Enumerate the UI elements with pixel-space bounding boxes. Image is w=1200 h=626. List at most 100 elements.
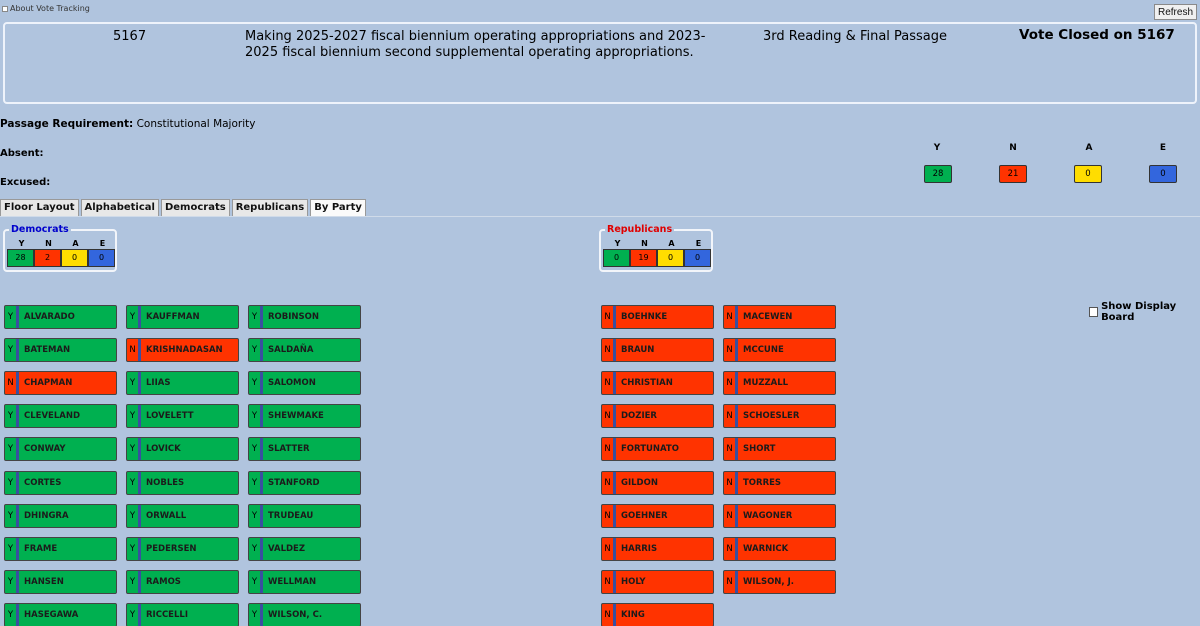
tab-republicans[interactable]: Republicans [231,199,309,216]
member-vote-button[interactable]: N SHORT [723,437,836,461]
member-vote-button[interactable]: Y WILSON, C. [248,603,361,626]
member-vote-button[interactable]: N WAGONER [723,504,836,528]
member-vote-button[interactable]: Y STANFORD [248,471,361,495]
total-nay-count: 21 [999,165,1027,183]
member-vote-indicator: Y [249,306,263,328]
member-name: RAMOS [146,577,181,587]
member-vote-button[interactable]: N CHAPMAN [4,371,117,395]
member-name: BOEHNKE [621,312,668,322]
member-vote-button[interactable]: Y CONWAY [4,437,117,461]
member-vote-indicator: Y [127,571,141,593]
member-vote-indicator: N [602,505,616,527]
member-vote-button[interactable]: N WARNICK [723,537,836,561]
member-vote-indicator: Y [5,505,19,527]
member-vote-button[interactable]: N HOLY [601,570,714,594]
tab-democrats[interactable]: Democrats [160,199,230,216]
about-vote-tracking[interactable]: About Vote Tracking [2,4,90,13]
member-vote-button[interactable]: N DOZIER [601,404,714,428]
member-name: CHRISTIAN [621,378,673,388]
member-vote-button[interactable]: Y LOVICK [126,437,239,461]
republicans-nay-count: 19 [630,249,657,267]
member-vote-indicator: N [602,306,616,328]
member-vote-indicator: Y [5,571,19,593]
member-vote-button[interactable]: Y KAUFFMAN [126,305,239,329]
member-vote-indicator: Y [127,438,141,460]
member-vote-button[interactable]: Y ALVARADO [4,305,117,329]
refresh-button[interactable]: Refresh [1153,4,1197,20]
member-vote-button[interactable]: Y CLEVELAND [4,404,117,428]
member-name: FORTUNATO [621,444,679,454]
member-vote-button[interactable]: Y FRAME [4,537,117,561]
show-display-board-toggle[interactable]: Show Display Board [1089,301,1200,323]
member-vote-button[interactable]: Y ORWALL [126,504,239,528]
member-vote-button[interactable]: Y SHEWMAKE [248,404,361,428]
member-vote-button[interactable]: N SCHOESLER [723,404,836,428]
member-vote-button[interactable]: N TORRES [723,471,836,495]
member-name: SLATTER [268,444,310,454]
tab-by-party[interactable]: By Party [310,199,366,217]
total-nay-label: N [1009,143,1017,153]
member-vote-button[interactable]: Y HASEGAWA [4,603,117,626]
member-vote-button[interactable]: Y RAMOS [126,570,239,594]
democrats-counts: 28 2 0 0 [7,249,115,267]
democrats-head-e: E [99,239,106,248]
member-vote-indicator: N [602,438,616,460]
member-name: LOVICK [146,444,181,454]
member-vote-button[interactable]: Y TRUDEAU [248,504,361,528]
member-name: SHEWMAKE [268,411,324,421]
passage-requirement-label: Passage Requirement: [0,118,134,130]
member-vote-button[interactable]: Y BATEMAN [4,338,117,362]
member-vote-button[interactable]: N FORTUNATO [601,437,714,461]
member-name: TRUDEAU [268,511,314,521]
member-vote-button[interactable]: Y PEDERSEN [126,537,239,561]
member-vote-indicator: N [127,339,141,361]
member-vote-button[interactable]: N KING [601,603,714,626]
member-vote-button[interactable]: Y SALDAÑA [248,338,361,362]
member-name: ORWALL [146,511,187,521]
member-vote-button[interactable]: Y SLATTER [248,437,361,461]
member-vote-button[interactable]: N BOEHNKE [601,305,714,329]
member-vote-button[interactable]: Y CORTES [4,471,117,495]
member-vote-button[interactable]: N GILDON [601,471,714,495]
member-vote-button[interactable]: N CHRISTIAN [601,371,714,395]
member-vote-button[interactable]: Y LIIAS [126,371,239,395]
democrats-summary: Democrats Y N A E 28 2 0 0 [3,224,117,272]
member-name: LOVELETT [146,411,194,421]
member-vote-button[interactable]: Y LOVELETT [126,404,239,428]
member-name: HANSEN [24,577,64,587]
member-name: FRAME [24,544,58,554]
member-vote-indicator: Y [249,505,263,527]
show-display-board-checkbox[interactable] [1089,307,1099,317]
tab-alphabetical[interactable]: Alphabetical [80,199,159,216]
member-name: RICCELLI [146,610,188,620]
member-name: PEDERSEN [146,544,197,554]
member-name: KRISHNADASAN [146,345,223,355]
member-vote-button[interactable]: N MCCUNE [723,338,836,362]
member-vote-button[interactable]: N KRISHNADASAN [126,338,239,362]
member-name: HARRIS [621,544,658,554]
member-vote-button[interactable]: Y VALDEZ [248,537,361,561]
member-name: LIIAS [146,378,171,388]
member-vote-button[interactable]: N GOEHNER [601,504,714,528]
member-name: ROBINSON [268,312,319,322]
member-name: BATEMAN [24,345,71,355]
member-vote-button[interactable]: N HARRIS [601,537,714,561]
member-vote-button[interactable]: Y WELLMAN [248,570,361,594]
member-vote-button[interactable]: Y RICCELLI [126,603,239,626]
member-vote-button[interactable]: Y ROBINSON [248,305,361,329]
bill-title: Making 2025-2027 fiscal biennium operati… [245,29,706,60]
member-vote-button[interactable]: Y HANSEN [4,570,117,594]
member-vote-button[interactable]: N WILSON, J. [723,570,836,594]
member-vote-button[interactable]: Y SALOMON [248,371,361,395]
member-vote-button[interactable]: N MACEWEN [723,305,836,329]
member-vote-indicator: Y [127,405,141,427]
member-vote-button[interactable]: Y DHINGRA [4,504,117,528]
member-name: CLEVELAND [24,411,81,421]
member-vote-indicator: N [602,339,616,361]
member-name: DOZIER [621,411,657,421]
member-vote-button[interactable]: Y NOBLES [126,471,239,495]
member-vote-button[interactable]: N MUZZALL [723,371,836,395]
democrats-nay-count: 2 [34,249,61,267]
tab-floor-layout[interactable]: Floor Layout [0,199,79,216]
member-vote-button[interactable]: N BRAUN [601,338,714,362]
